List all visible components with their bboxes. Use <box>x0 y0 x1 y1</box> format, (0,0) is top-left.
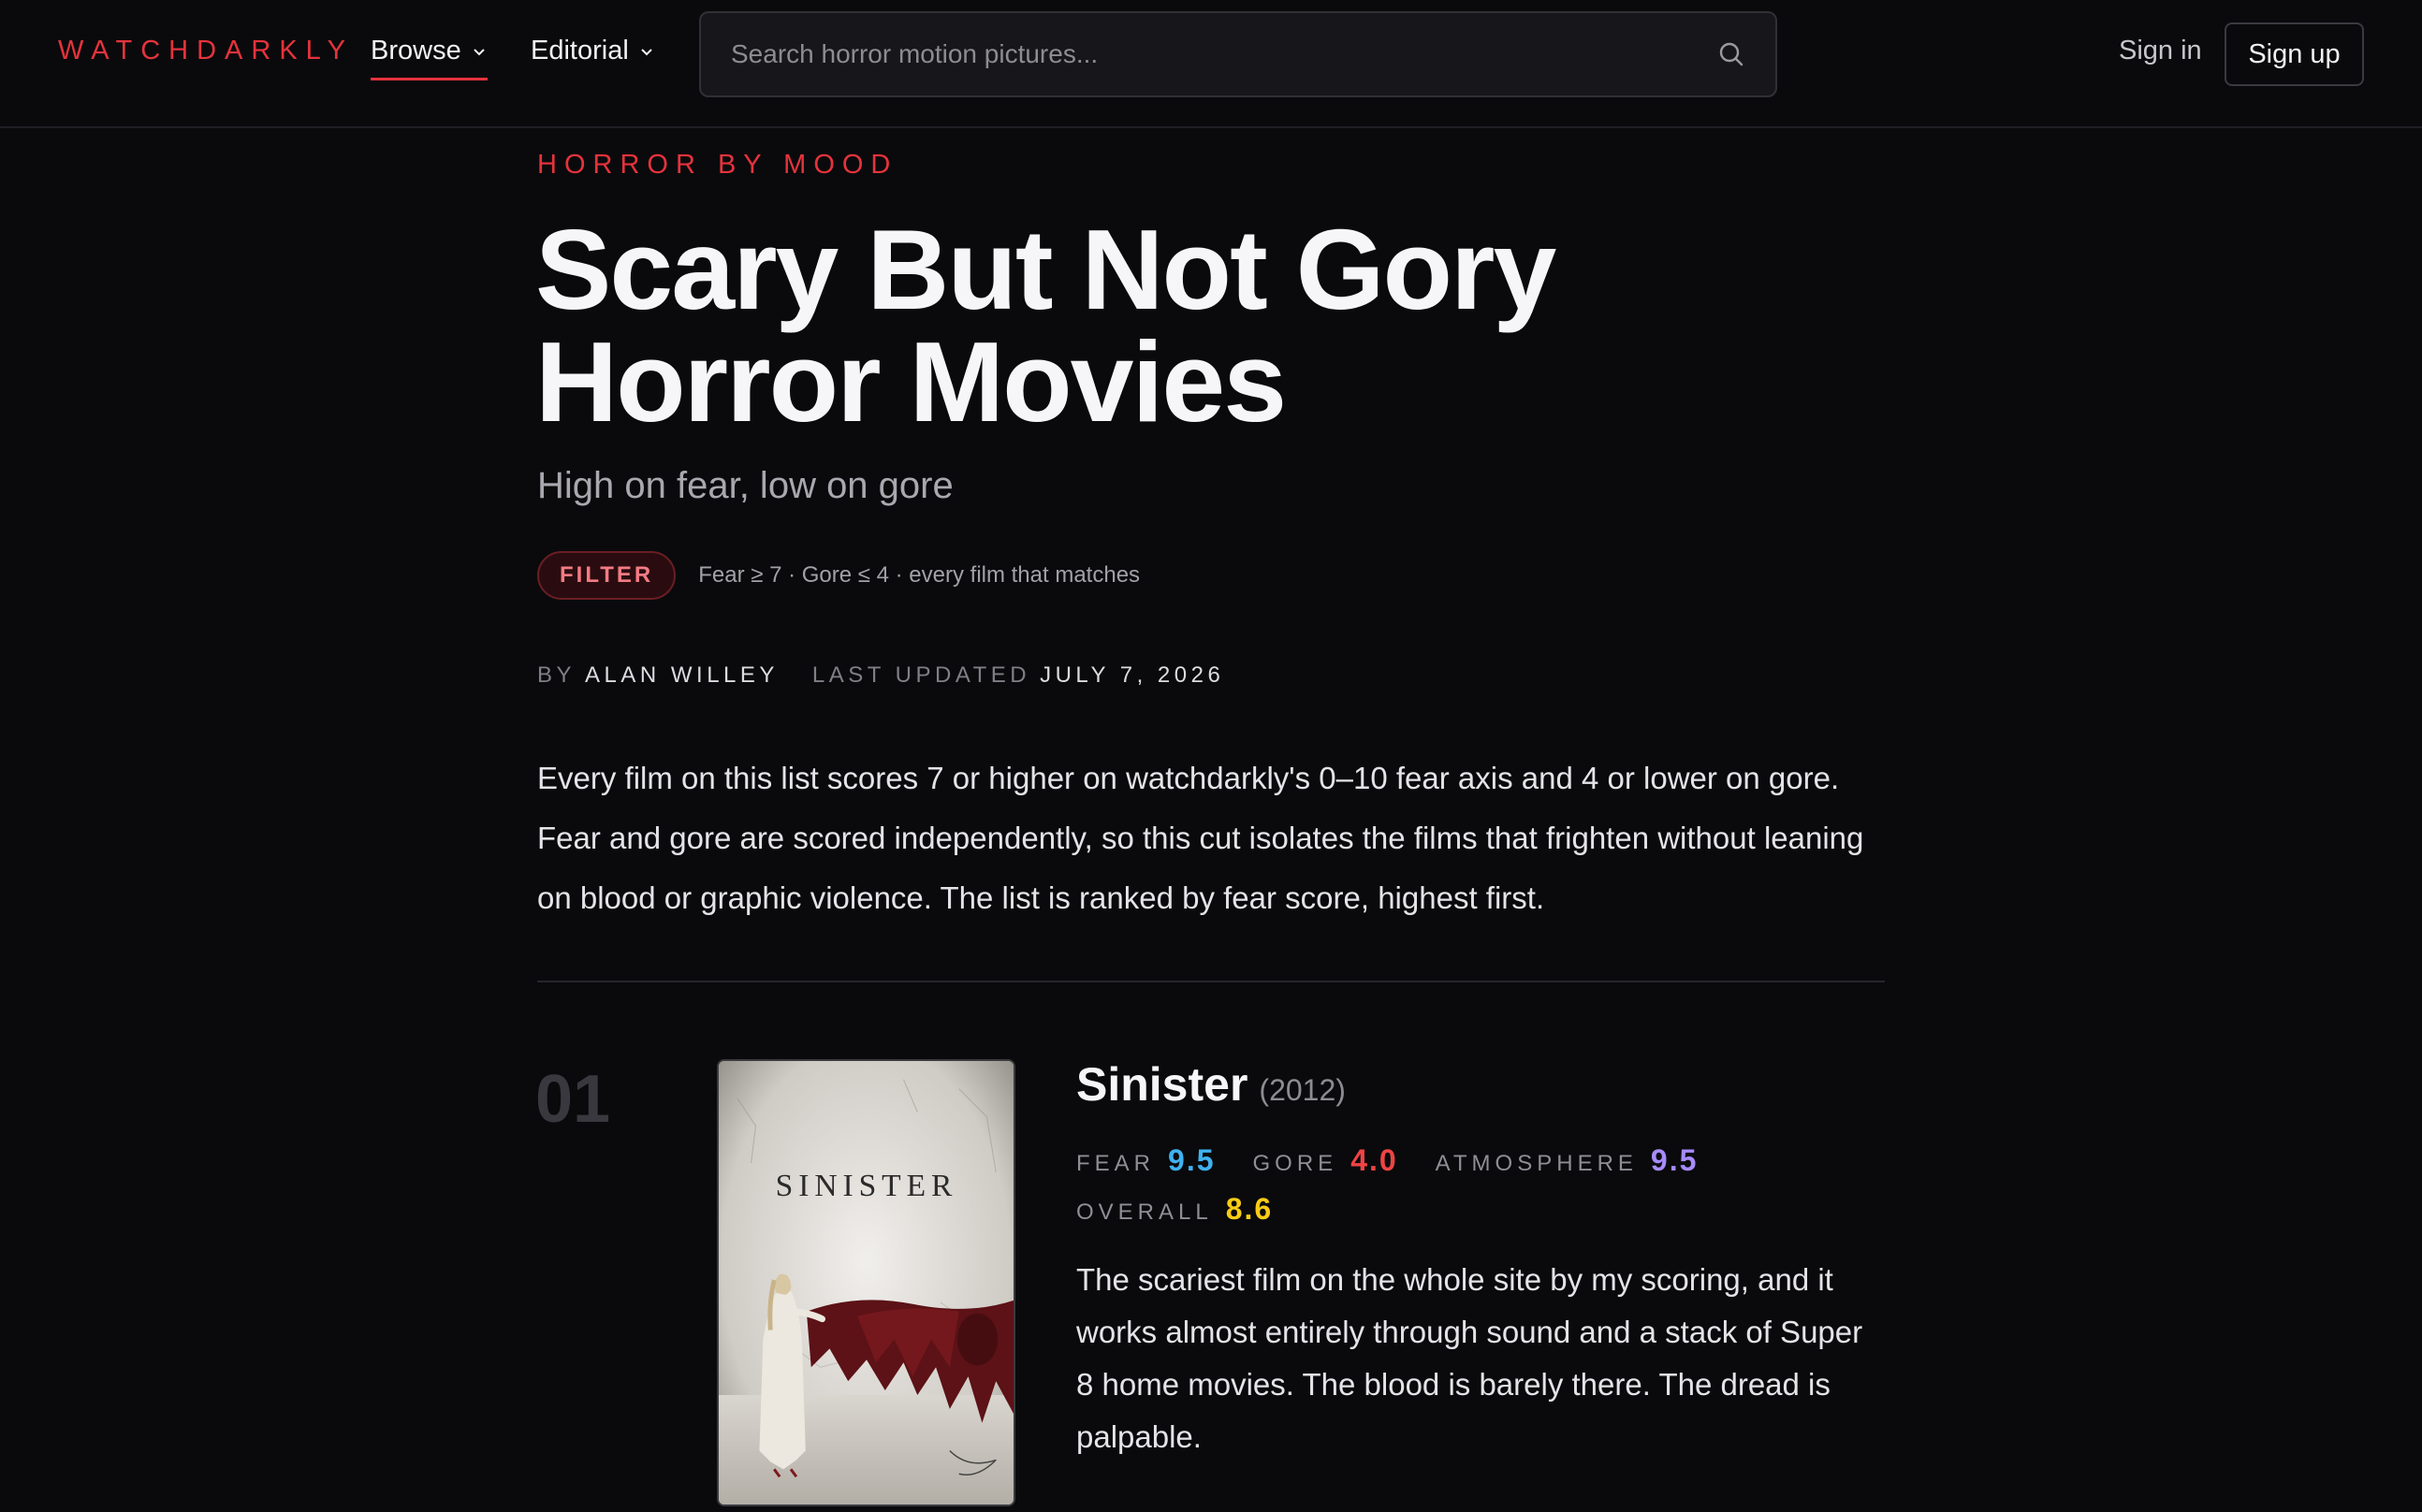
last-updated-date: JULY 7, 2026 <box>1040 662 1225 688</box>
filter-row: FILTER Fear ≥ 7 · Gore ≤ 4 · every film … <box>537 551 1140 600</box>
search-icon[interactable] <box>1717 40 1745 68</box>
filter-badge: FILTER <box>537 551 677 600</box>
nav-browse[interactable]: Browse <box>371 36 488 80</box>
overall-score-row: OVERALL 8.6 <box>1076 1192 1310 1227</box>
site-logo[interactable]: WATCHDARKLY <box>58 36 354 66</box>
film-title[interactable]: Sinister <box>1076 1057 1247 1112</box>
filter-description: Fear ≥ 7 · Gore ≤ 4 · every film that ma… <box>698 562 1141 588</box>
page-title: Scary But Not Gory Horror Movies <box>535 206 1556 445</box>
sign-in-link[interactable]: Sign in <box>2119 36 2202 66</box>
nav-editorial[interactable]: Editorial <box>531 36 655 66</box>
nav-editorial-label: Editorial <box>531 36 629 65</box>
film-poster[interactable]: SINISTER <box>717 1059 1015 1506</box>
fear-score-label: FEAR <box>1076 1151 1156 1176</box>
section-divider <box>537 981 1885 982</box>
author-name[interactable]: ALAN WILLEY <box>585 662 779 689</box>
chevron-down-icon <box>641 48 652 55</box>
sign-up-button[interactable]: Sign up <box>2225 22 2364 86</box>
atmosphere-score-value: 9.5 <box>1650 1143 1699 1177</box>
score-row: FEAR 9.5 GORE 4.0 ATMOSPHERE 9.5 <box>1076 1143 1735 1178</box>
last-updated-label: LAST UPDATED <box>811 662 1031 688</box>
chevron-down-icon <box>473 48 485 55</box>
byline-by-label: BY <box>537 662 576 688</box>
film-review: The scariest film on the whole site by m… <box>1076 1262 1863 1454</box>
atmosphere-score-label: ATMOSPHERE <box>1435 1151 1638 1176</box>
overall-score-label: OVERALL <box>1076 1199 1213 1225</box>
film-title-row: Sinister (2012) <box>1076 1057 1346 1112</box>
page-subtitle: High on fear, low on gore <box>537 465 954 506</box>
fear-score-value: 9.5 <box>1168 1143 1216 1177</box>
svg-text:SINISTER: SINISTER <box>776 1169 958 1203</box>
gore-score-label: GORE <box>1252 1151 1338 1176</box>
film-rank: 01 <box>535 1062 611 1137</box>
nav-browse-label: Browse <box>371 36 461 65</box>
poster-artwork: SINISTER <box>719 1061 1014 1505</box>
byline: BY ALAN WILLEY LAST UPDATED JULY 7, 2026 <box>537 662 1224 689</box>
search-input[interactable] <box>731 39 1717 69</box>
category-eyebrow: HORROR BY MOOD <box>537 150 898 180</box>
intro-paragraph: Every film on this list scores 7 or high… <box>537 761 1864 915</box>
search-bar <box>699 11 1777 97</box>
top-navigation-bar: WATCHDARKLY Browse Editorial Sign in Sig… <box>0 0 2422 128</box>
overall-score-value: 8.6 <box>1225 1192 1274 1226</box>
film-year: (2012) <box>1259 1073 1346 1107</box>
gore-score-value: 4.0 <box>1350 1143 1398 1177</box>
